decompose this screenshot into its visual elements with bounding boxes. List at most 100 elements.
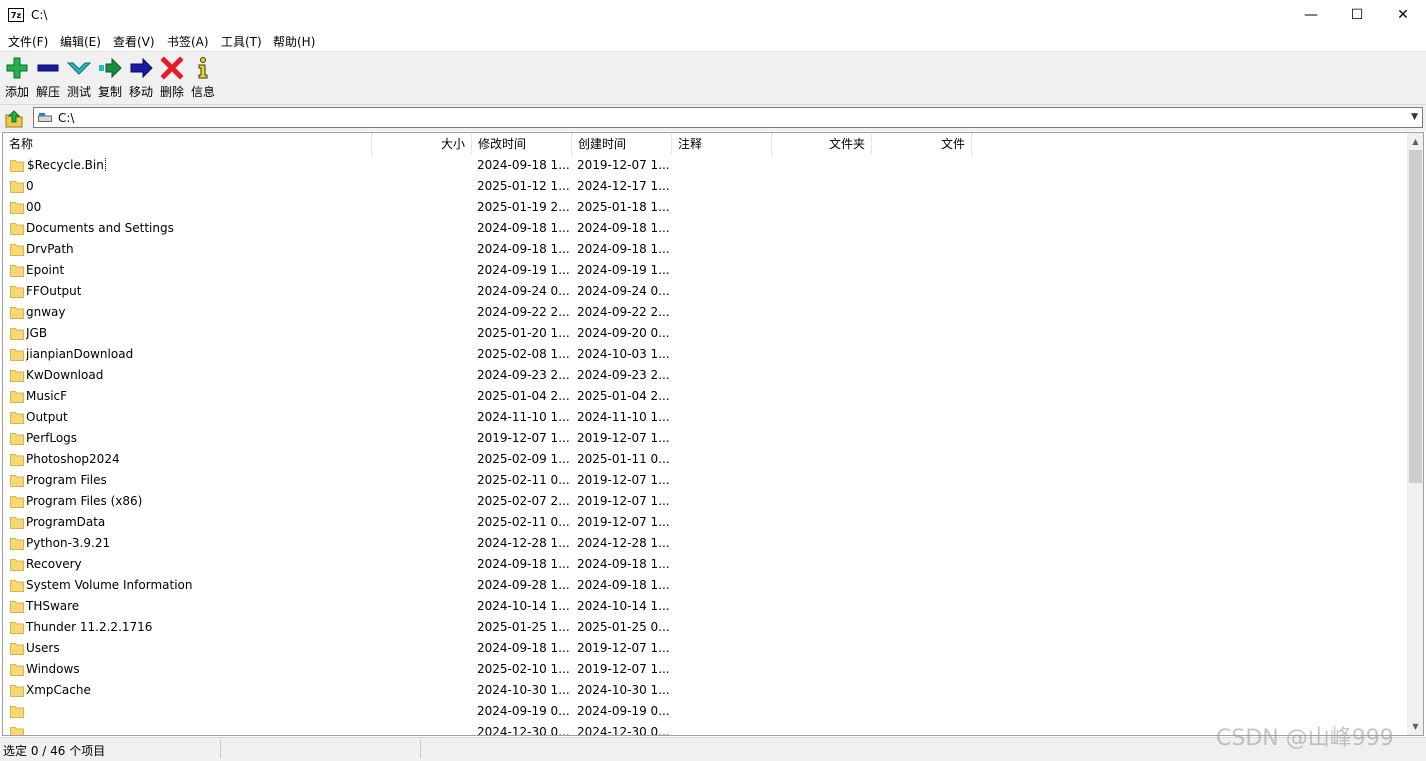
- list-item[interactable]: Program Files 2025-02-11 0... 2019-12-07 1…: [3, 470, 1407, 491]
- item-modified: 2024-09-18 1...: [477, 641, 570, 655]
- menu-edit[interactable]: 编辑(E): [60, 33, 101, 50]
- address-bar: C:\ ▼: [0, 105, 1426, 131]
- move-icon: [130, 57, 153, 79]
- item-name: System Volume Information: [26, 578, 193, 592]
- list-item[interactable]: PerfLogs 2019-12-07 1... 2019-12-07 1...: [3, 428, 1407, 449]
- menu-bookmarks[interactable]: 书签(A): [167, 33, 209, 50]
- minimize-button[interactable]: —: [1288, 0, 1334, 31]
- folder-icon: [10, 559, 24, 571]
- item-created: 2024-12-17 1...: [577, 179, 670, 193]
- folder-icon: [10, 643, 24, 655]
- column-comment[interactable]: 注释: [672, 133, 772, 155]
- item-modified: 2024-12-30 0...: [477, 725, 570, 736]
- list-item[interactable]: Users 2024-09-18 1... 2019-12-07 1...: [3, 638, 1407, 659]
- list-item[interactable]: Output 2024-11-10 1... 2024-11-10 1...: [3, 407, 1407, 428]
- list-item[interactable]: jianpianDownload 2025-02-08 1... 2024-10-0…: [3, 344, 1407, 365]
- item-modified: 2025-02-08 1...: [477, 347, 570, 361]
- item-name: Recovery: [26, 557, 82, 571]
- item-modified: 2024-09-23 2...: [477, 368, 570, 382]
- list-item[interactable]: KwDownload 2024-09-23 2... 2024-09-23 2...: [3, 365, 1407, 386]
- item-modified: 2025-01-04 2...: [477, 389, 570, 403]
- list-item[interactable]: JGB 2025-01-20 1... 2024-09-20 0...: [3, 323, 1407, 344]
- menu-file[interactable]: 文件(F): [8, 33, 48, 50]
- column-created[interactable]: 创建时间: [572, 133, 672, 155]
- item-created: 2025-01-18 1...: [577, 200, 670, 214]
- folder-icon: [10, 517, 24, 529]
- list-item[interactable]: 00 2025-01-19 2... 2025-01-18 1...: [3, 197, 1407, 218]
- menu-help[interactable]: 帮助(H): [273, 33, 315, 50]
- folder-icon: [10, 328, 24, 340]
- scroll-up-icon[interactable]: ▲: [1407, 133, 1423, 150]
- folder-icon: [10, 580, 24, 592]
- item-name: JGB: [26, 326, 48, 340]
- folder-icon: [10, 706, 24, 718]
- maximize-button[interactable]: ☐: [1334, 0, 1380, 31]
- list-item[interactable]: Thunder 11.2.2.1716 2025-01-25 1... 2025-0…: [3, 617, 1407, 638]
- item-modified: 2024-09-28 1...: [477, 578, 570, 592]
- item-name: Users: [26, 641, 60, 655]
- list-item[interactable]: FFOutput 2024-09-24 0... 2024-09-24 0...: [3, 281, 1407, 302]
- info-icon: [198, 57, 208, 79]
- list-item[interactable]: MusicF 2025-01-04 2... 2025-01-04 2...: [3, 386, 1407, 407]
- list-item[interactable]: THSware 2024-10-14 1... 2024-10-14 1...: [3, 596, 1407, 617]
- add-button[interactable]: 添加: [2, 54, 32, 102]
- list-item[interactable]: System Volume Information 2024-09-28 1...…: [3, 575, 1407, 596]
- item-created: 2024-09-23 2...: [577, 368, 670, 382]
- list-item[interactable]: ProgramData 2025-02-11 0... 2019-12-07 1..…: [3, 512, 1407, 533]
- item-name: gnway: [26, 305, 66, 319]
- item-name: 00: [26, 200, 42, 214]
- test-button[interactable]: 测试: [64, 54, 94, 102]
- menu-view[interactable]: 查看(V): [113, 33, 155, 50]
- menu-tools[interactable]: 工具(T): [221, 33, 262, 50]
- list-item[interactable]: Recovery 2024-09-18 1... 2024-09-18 1...: [3, 554, 1407, 575]
- chevron-down-icon[interactable]: ▼: [1411, 112, 1418, 122]
- item-name: XmpCache: [26, 683, 91, 697]
- folder-icon: [10, 223, 24, 235]
- list-item[interactable]: $Recycle.Bin 2024-09-18 1... 2019-12-07 1.…: [3, 155, 1407, 176]
- column-modified[interactable]: 修改时间: [472, 133, 572, 155]
- folder-icon: [10, 622, 24, 634]
- item-modified: 2024-09-18 1...: [477, 221, 570, 235]
- item-modified: 2024-11-10 1...: [477, 410, 570, 424]
- column-files[interactable]: 文件: [872, 133, 972, 155]
- delete-button[interactable]: 删除: [157, 54, 187, 102]
- list-item[interactable]: Program Files (x86) 2025-02-07 2... 2019-1…: [3, 491, 1407, 512]
- scroll-thumb[interactable]: [1409, 150, 1422, 483]
- info-button[interactable]: 信息: [188, 54, 218, 102]
- list-item[interactable]: 0 2025-01-12 1... 2024-12-17 1...: [3, 176, 1407, 197]
- list-item[interactable]: Documents and Settings 2024-09-18 1... 202…: [3, 218, 1407, 239]
- close-button[interactable]: ✕: [1380, 0, 1426, 31]
- item-modified: 2024-09-18 1...: [477, 158, 570, 172]
- move-button[interactable]: 移动: [126, 54, 156, 102]
- item-name: Program Files: [26, 473, 107, 487]
- scroll-down-icon[interactable]: ▼: [1407, 718, 1423, 735]
- up-folder-icon[interactable]: [3, 107, 25, 129]
- path-combobox[interactable]: C:\ ▼: [33, 107, 1423, 128]
- item-name: Thunder 11.2.2.1716: [26, 620, 153, 634]
- list-item[interactable]: gnway 2024-09-22 2... 2024-09-22 2...: [3, 302, 1407, 323]
- extract-icon: [37, 64, 59, 72]
- vertical-scrollbar[interactable]: ▲ ▼: [1407, 133, 1423, 735]
- list-item[interactable]: Photoshop2024 2025-02-09 1... 2025-01-11 0…: [3, 449, 1407, 470]
- item-modified: 2024-09-18 1...: [477, 557, 570, 571]
- column-name[interactable]: 名称: [3, 133, 372, 155]
- column-size[interactable]: 大小: [372, 133, 472, 155]
- extract-button[interactable]: 解压: [33, 54, 63, 102]
- list-item[interactable]: Windows 2025-02-10 1... 2019-12-07 1...: [3, 659, 1407, 680]
- folder-icon: [10, 433, 24, 445]
- item-created: 2024-12-30 0...: [577, 725, 670, 736]
- item-name: ProgramData: [26, 515, 106, 529]
- list-item[interactable]: Python-3.9.21 2024-12-28 1... 2024-12-28 1…: [3, 533, 1407, 554]
- list-item[interactable]: XmpCache 2024-10-30 1... 2024-10-30 1...: [3, 680, 1407, 701]
- list-item[interactable]: DrvPath 2024-09-18 1... 2024-09-18 1...: [3, 239, 1407, 260]
- list-item[interactable]: 2024-12-30 0... 2024-12-30 0...: [3, 722, 1407, 736]
- folder-icon: [10, 370, 24, 382]
- file-list[interactable]: 名称 大小 修改时间 创建时间 注释 文件夹 文件 $Recycle.Bin 20…: [2, 132, 1424, 736]
- copy-button[interactable]: 复制: [95, 54, 125, 102]
- list-item[interactable]: 2024-09-19 0... 2024-09-19 0...: [3, 701, 1407, 722]
- list-item[interactable]: Epoint 2024-09-19 1... 2024-09-19 1...: [3, 260, 1407, 281]
- item-modified: 2025-01-12 1...: [477, 179, 570, 193]
- folder-icon: [10, 601, 24, 613]
- folder-icon: [10, 181, 24, 193]
- column-folders[interactable]: 文件夹: [772, 133, 872, 155]
